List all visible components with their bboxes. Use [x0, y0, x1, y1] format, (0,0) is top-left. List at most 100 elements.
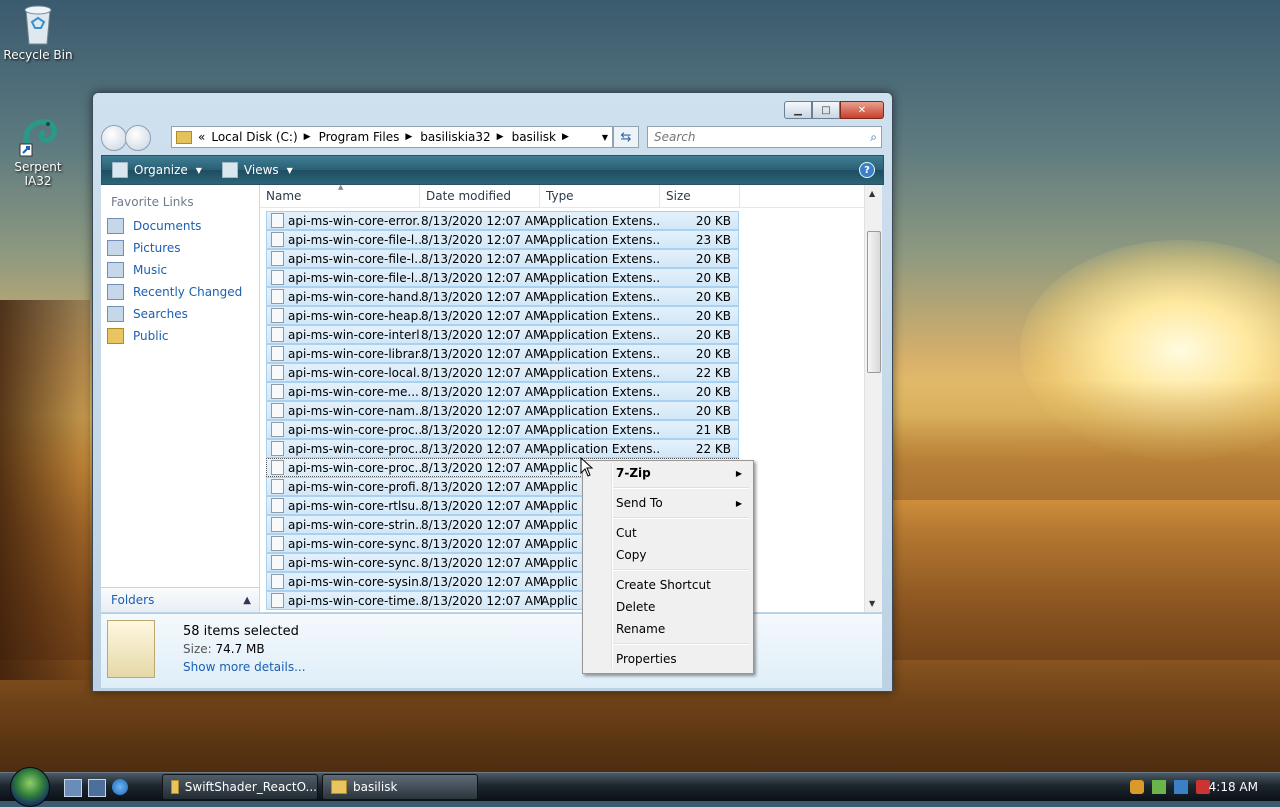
column-header-name[interactable]: ▲ Name	[260, 183, 420, 207]
recycle-bin-label: Recycle Bin	[3, 48, 73, 62]
searches-icon	[107, 306, 124, 322]
file-type: Application Extens...	[541, 441, 661, 456]
menu-item-create-shortcut[interactable]: Create Shortcut	[616, 575, 746, 595]
folder-icon	[176, 130, 192, 144]
column-header-date[interactable]: Date modified	[420, 185, 540, 207]
file-size: 20 KB	[695, 346, 731, 361]
column-header-type[interactable]: Type	[540, 185, 660, 207]
menu-item-rename[interactable]: Rename	[616, 619, 746, 639]
dll-file-icon	[271, 365, 284, 380]
taskbar-item-swiftshader[interactable]: SwiftShader_ReactO...	[162, 774, 318, 800]
nav-link-music[interactable]: Music	[101, 259, 259, 281]
organize-button[interactable]: Organize ▼	[112, 162, 202, 178]
dll-file-icon	[271, 384, 284, 399]
file-row[interactable]: api-ms-win-core-file-l... 8/13/2020 12:07…	[266, 230, 739, 249]
address-dropdown-icon[interactable]: ▼	[602, 133, 608, 142]
views-button[interactable]: Views ▼	[221, 162, 293, 178]
file-date: 8/13/2020 12:07 AM	[421, 403, 544, 418]
breadcrumb-arrow-icon[interactable]: ▶	[405, 132, 412, 142]
file-row[interactable]: api-ms-win-core-heap... 8/13/2020 12:07 A…	[266, 306, 739, 325]
search-box[interactable]: ⌕	[647, 126, 882, 148]
start-button[interactable]	[10, 767, 50, 807]
submenu-arrow-icon: ▶	[735, 468, 742, 478]
breadcrumb-arrow-icon[interactable]: ▶	[562, 132, 569, 142]
scroll-down-icon[interactable]: ▼	[869, 599, 875, 608]
file-row[interactable]: api-ms-win-core-proc... 8/13/2020 12:07 A…	[266, 420, 739, 439]
nav-link-documents[interactable]: Documents	[101, 215, 259, 237]
folders-toggle[interactable]: Folders ▲	[101, 587, 259, 612]
nav-link-public[interactable]: Public	[101, 325, 259, 347]
file-date: 8/13/2020 12:07 AM	[421, 441, 544, 456]
dll-file-icon	[271, 327, 284, 342]
file-row[interactable]: api-ms-win-core-me... 8/13/2020 12:07 AM A…	[266, 382, 739, 401]
forward-button[interactable]	[125, 125, 151, 151]
refresh-button[interactable]: ⇆	[613, 126, 639, 148]
file-row[interactable]: api-ms-win-core-librar... 8/13/2020 12:07…	[266, 344, 739, 363]
minimize-button[interactable]: ▁	[784, 101, 812, 119]
menu-item-send-to[interactable]: Send To ▶	[616, 493, 746, 513]
favorite-links-list: Documents Pictures Music Recently Change…	[101, 215, 259, 347]
dll-file-icon	[271, 403, 284, 418]
search-icon[interactable]: ⌕	[870, 130, 877, 145]
address-overflow[interactable]: «	[198, 130, 205, 144]
column-type-label: Type	[546, 189, 574, 203]
network-icon[interactable]	[1174, 780, 1188, 794]
file-type: Application Extens...	[541, 327, 661, 342]
serpent-shortcut[interactable]: Serpent IA32	[0, 114, 76, 188]
update-icon[interactable]	[1152, 780, 1166, 794]
file-row[interactable]: api-ms-win-core-error... 8/13/2020 12:07 …	[266, 211, 739, 230]
show-more-details-link[interactable]: Show more details...	[183, 660, 306, 674]
file-row[interactable]: api-ms-win-core-file-l... 8/13/2020 12:07…	[266, 249, 739, 268]
file-row[interactable]: api-ms-win-core-proc... 8/13/2020 12:07 A…	[266, 439, 739, 458]
security-shield-icon[interactable]	[1130, 780, 1144, 794]
address-bar[interactable]: « Local Disk (C:) ▶ Program Files ▶ basi…	[171, 126, 613, 148]
menu-item-copy[interactable]: Copy	[616, 545, 746, 565]
explorer-window: ▁ □ ✕ « Local Disk (C:) ▶ Program Files …	[92, 92, 893, 692]
nav-link-recently-changed[interactable]: Recently Changed	[101, 281, 259, 303]
search-input[interactable]	[652, 129, 856, 145]
dll-file-icon	[271, 346, 284, 361]
breadcrumb-program-files[interactable]: Program Files	[319, 130, 400, 144]
breadcrumb-basilisk[interactable]: basilisk	[512, 130, 556, 144]
music-icon	[107, 262, 124, 278]
file-row[interactable]: api-ms-win-core-nam... 8/13/2020 12:07 AM…	[266, 401, 739, 420]
pictures-icon	[107, 240, 124, 256]
maximize-button[interactable]: □	[812, 101, 840, 119]
menu-item-7zip[interactable]: 7-Zip ▶	[616, 463, 746, 483]
back-button[interactable]	[101, 125, 127, 151]
scroll-up-icon[interactable]: ▲	[869, 189, 875, 198]
close-button[interactable]: ✕	[840, 101, 884, 119]
file-name-cell: api-ms-win-core-proc...	[267, 422, 421, 437]
minimize-icon: ▁	[794, 104, 802, 116]
column-date-label: Date modified	[426, 189, 512, 203]
scroll-thumb[interactable]	[867, 231, 881, 373]
switch-windows-icon[interactable]	[88, 779, 106, 797]
nav-link-pictures[interactable]: Pictures	[101, 237, 259, 259]
file-name: api-ms-win-core-sysin...	[288, 574, 421, 589]
file-size: 20 KB	[695, 308, 731, 323]
breadcrumb-local-disk[interactable]: Local Disk (C:)	[211, 130, 297, 144]
file-row[interactable]: api-ms-win-core-interl... 8/13/2020 12:07…	[266, 325, 739, 344]
internet-explorer-icon[interactable]	[112, 779, 128, 795]
column-header-size[interactable]: Size	[660, 185, 740, 207]
dll-file-icon	[271, 555, 284, 570]
menu-item-cut[interactable]: Cut	[616, 523, 746, 543]
file-type: Application Extens...	[541, 365, 661, 380]
file-row[interactable]: api-ms-win-core-local... 8/13/2020 12:07 …	[266, 363, 739, 382]
breadcrumb-arrow-icon[interactable]: ▶	[497, 132, 504, 142]
taskbar-item-basilisk[interactable]: basilisk	[322, 774, 478, 800]
show-desktop-icon[interactable]	[64, 779, 82, 797]
file-row[interactable]: api-ms-win-core-hand... 8/13/2020 12:07 A…	[266, 287, 739, 306]
file-name-cell: api-ms-win-core-error...	[267, 213, 421, 228]
recycle-bin-shortcut[interactable]: Recycle Bin	[0, 2, 76, 62]
menu-item-properties[interactable]: Properties	[616, 649, 746, 669]
breadcrumb-arrow-icon[interactable]: ▶	[304, 132, 311, 142]
menu-item-label: Cut	[616, 526, 637, 540]
breadcrumb-basiliskia32[interactable]: basiliskia32	[420, 130, 490, 144]
nav-link-searches[interactable]: Searches	[101, 303, 259, 325]
help-button[interactable]: ?	[859, 162, 875, 178]
menu-item-delete[interactable]: Delete	[616, 597, 746, 617]
vertical-scrollbar[interactable]: ▲ ▼	[864, 185, 882, 612]
file-row[interactable]: api-ms-win-core-file-l... 8/13/2020 12:07…	[266, 268, 739, 287]
clock[interactable]: 4:18 AM	[1209, 780, 1258, 794]
